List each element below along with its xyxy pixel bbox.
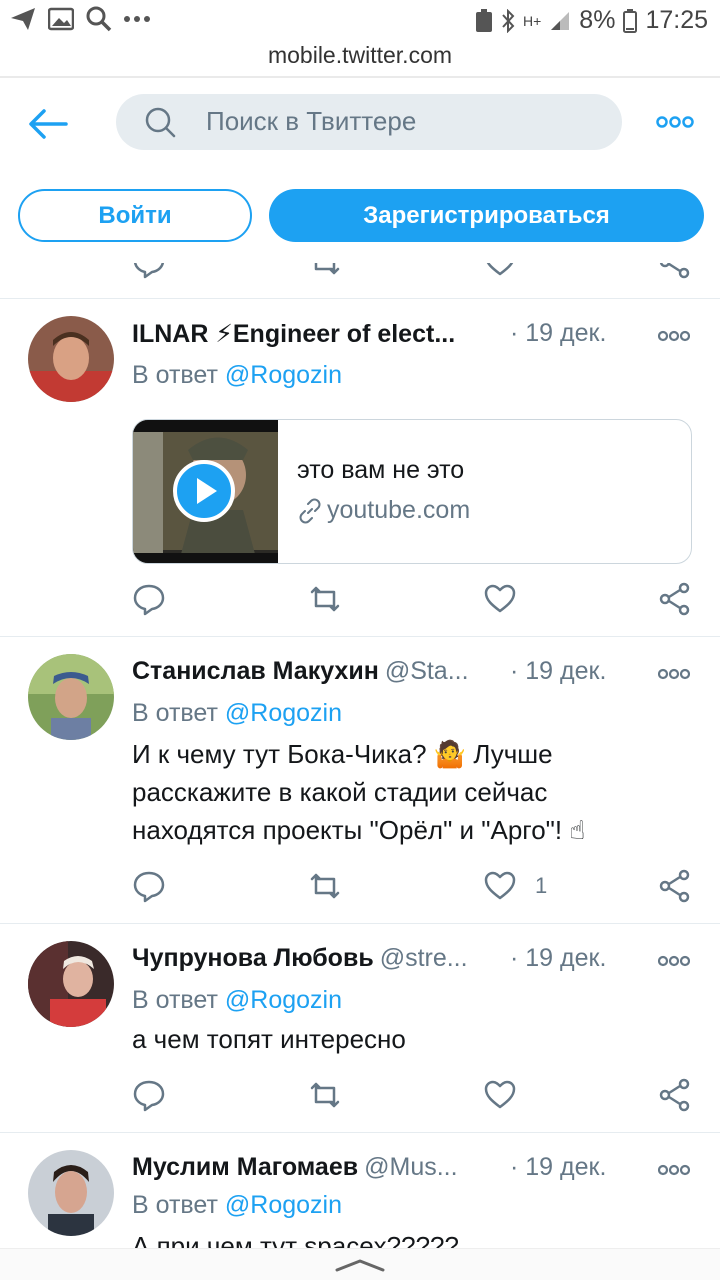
author-name[interactable]: Чупрунова Любовь <box>132 944 374 973</box>
tweet-actions: 1 <box>0 869 720 905</box>
tweet-text: а чем топят интересно <box>132 1024 406 1054</box>
reply-prefix: В ответ <box>132 1191 218 1219</box>
like-icon[interactable] <box>483 263 517 279</box>
author-name[interactable]: Станислав Макухин <box>132 657 379 686</box>
bluetooth-icon <box>502 8 515 33</box>
tweet-more-icon[interactable] <box>658 1163 690 1177</box>
tweet-date[interactable]: · 19 дек. <box>510 657 606 686</box>
avatar[interactable] <box>28 941 114 1027</box>
signup-button[interactable]: Зарегистрироваться <box>269 189 704 242</box>
reply-icon[interactable] <box>132 1078 166 1112</box>
app-header: Поиск в Твиттере Войти Зарегистрироватьс… <box>0 78 720 264</box>
search-icon <box>145 107 176 138</box>
tweet-text-line: расскажите в какой стадии сейчас <box>132 777 548 807</box>
tweet-more-icon[interactable] <box>658 329 690 343</box>
tweet-text: И к чему тут Бока-Чика? 🤷 Лучше расскажи… <box>132 735 672 849</box>
recycle-icon <box>476 8 492 32</box>
search-status-icon <box>86 6 112 32</box>
reply-prefix: В ответ <box>132 986 218 1014</box>
tweet-header: Чупрунова Любовь @stre... <box>132 944 468 978</box>
like-count: 1 <box>535 873 548 898</box>
play-icon[interactable] <box>173 460 235 522</box>
tweet[interactable]: ILNAR ⚡Engineer of elect... · 19 дек. В … <box>0 299 720 637</box>
reply-mention[interactable]: @Rogozin <box>225 699 342 727</box>
author-handle[interactable]: @Mus... <box>364 1153 457 1182</box>
reply-icon[interactable] <box>132 263 166 279</box>
login-button[interactable]: Войти <box>18 189 252 242</box>
tweet-text-line: И к чему тут Бока-Чика? 🤷 Лучше <box>132 739 553 769</box>
send-icon <box>11 8 35 30</box>
share-icon[interactable] <box>658 582 692 616</box>
card-domain: youtube.com <box>297 496 470 525</box>
share-icon[interactable] <box>658 1078 692 1112</box>
retweet-icon[interactable] <box>308 582 342 616</box>
author-name[interactable]: Муслим Магомаев <box>132 1153 358 1182</box>
author-name[interactable]: ILNAR ⚡Engineer of elect... <box>132 319 455 349</box>
reply-context: В ответ @Rogozin <box>132 361 342 390</box>
tweet-actions <box>0 582 720 618</box>
tweet-more-icon[interactable] <box>658 667 690 681</box>
link-card[interactable]: это вам не это youtube.com <box>132 419 692 564</box>
network-type: H+ <box>523 12 542 29</box>
link-icon <box>299 498 321 523</box>
avatar[interactable] <box>28 316 114 402</box>
back-arrow-icon[interactable] <box>26 104 70 144</box>
like-icon[interactable] <box>483 869 517 903</box>
tweet-text: А при чем тут spacex????? <box>132 1231 459 1248</box>
share-icon[interactable] <box>658 869 692 903</box>
tweet-date[interactable]: · 19 дек. <box>510 944 606 973</box>
gallery-icon <box>48 7 74 31</box>
reply-mention[interactable]: @Rogozin <box>225 986 342 1014</box>
tweet-actions <box>0 1078 720 1114</box>
status-bar: H+ 8% 17:25 <box>0 0 720 40</box>
reply-icon[interactable] <box>132 869 166 903</box>
more-icon[interactable] <box>656 114 694 130</box>
retweet-icon[interactable] <box>308 263 342 279</box>
tweet[interactable]: Чупрунова Любовь @stre... · 19 дек. В от… <box>0 924 720 1133</box>
tweet-text-line: находятся проекты "Орёл" и "Арго"! ☝ <box>132 815 586 845</box>
tweet-header: Станислав Макухин @Sta... <box>132 657 469 691</box>
tweet[interactable]: Муслим Магомаев @Mus... · 19 дек. В отве… <box>0 1133 720 1248</box>
browser-url[interactable]: mobile.twitter.com <box>0 42 720 69</box>
search-input[interactable]: Поиск в Твиттере <box>116 94 622 150</box>
card-title: это вам не это <box>297 456 465 484</box>
tweet-date[interactable]: · 19 дек. <box>510 319 606 348</box>
tweet-header: ILNAR ⚡Engineer of elect... <box>132 319 455 353</box>
clock: 17:25 <box>645 6 708 34</box>
tweet-date[interactable]: · 19 дек. <box>510 1153 606 1182</box>
tweet-header: Муслим Магомаев @Mus... <box>132 1153 458 1187</box>
retweet-icon[interactable] <box>308 1078 342 1112</box>
reply-context: В ответ @Rogozin <box>132 1191 342 1220</box>
chevron-up-icon[interactable] <box>334 1257 386 1273</box>
share-icon[interactable] <box>658 263 692 279</box>
overflow-dots-icon <box>124 16 150 22</box>
avatar[interactable] <box>28 654 114 740</box>
tweet-previous <box>0 263 720 299</box>
tweet[interactable]: Станислав Макухин @Sta... · 19 дек. В от… <box>0 637 720 924</box>
reply-prefix: В ответ <box>132 361 218 389</box>
bottom-handle-bar[interactable] <box>0 1248 720 1280</box>
signal-icon <box>551 11 570 30</box>
like-icon[interactable] <box>483 582 517 616</box>
like-icon[interactable] <box>483 1078 517 1112</box>
search-placeholder: Поиск в Твиттере <box>206 106 417 136</box>
reply-mention[interactable]: @Rogozin <box>225 1191 342 1219</box>
reply-mention[interactable]: @Rogozin <box>225 361 342 389</box>
avatar[interactable] <box>28 1150 114 1236</box>
reply-icon[interactable] <box>132 582 166 616</box>
battery-percent: 8% <box>579 6 616 34</box>
author-handle[interactable]: @stre... <box>380 944 468 973</box>
retweet-icon[interactable] <box>308 869 342 903</box>
card-domain-text: youtube.com <box>327 496 471 524</box>
reply-context: В ответ @Rogozin <box>132 986 342 1015</box>
battery-icon <box>623 8 638 33</box>
author-handle[interactable]: @Sta... <box>385 657 469 686</box>
tweet-more-icon[interactable] <box>658 954 690 968</box>
reply-context: В ответ @Rogozin <box>132 699 342 728</box>
reply-prefix: В ответ <box>132 699 218 727</box>
